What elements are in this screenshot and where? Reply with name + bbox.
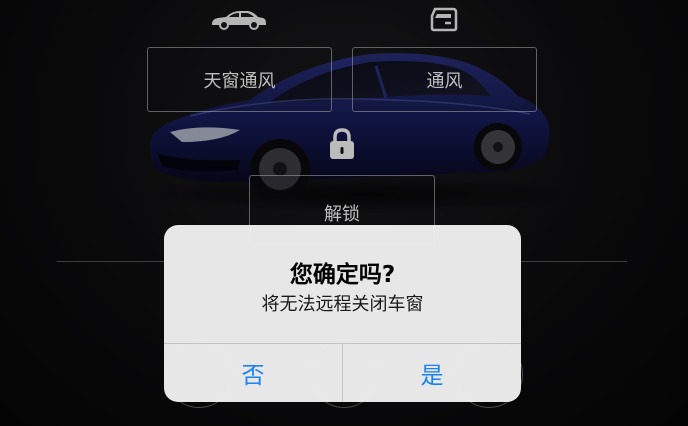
confirm-button[interactable]: 是 — [343, 344, 521, 402]
vehicle-control-screen: 天窗通风 通风 解锁 您确定吗? 将无法远程关闭车窗 否 是 — [0, 0, 688, 426]
alert-title: 您确定吗? — [289, 262, 396, 288]
cancel-button[interactable]: 否 — [164, 344, 342, 402]
alert-message: 将无法远程关闭车窗 — [261, 294, 424, 315]
confirm-alert-dialog: 您确定吗? 将无法远程关闭车窗 否 是 — [164, 225, 521, 402]
